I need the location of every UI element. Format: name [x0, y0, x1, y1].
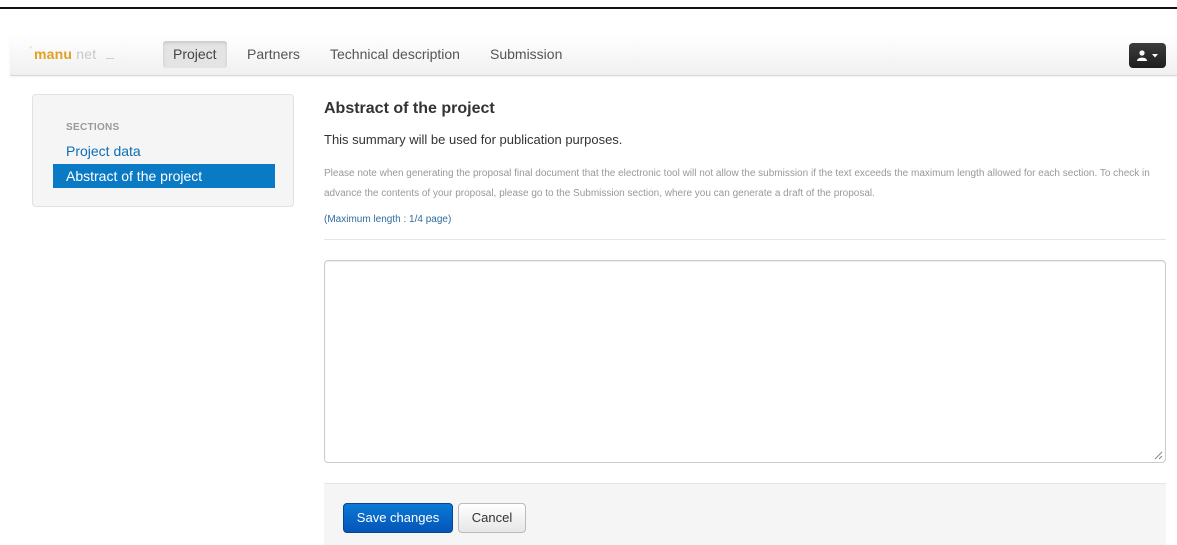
top-border-line	[0, 7, 1177, 9]
brand-part-manu: manu	[34, 46, 73, 62]
caret-down-icon	[1152, 53, 1158, 58]
page-title: Abstract of the project	[324, 100, 495, 117]
nav-tab-project[interactable]: Project	[163, 41, 227, 68]
user-menu-button[interactable]	[1129, 43, 1166, 68]
main-content: Abstract of the project This summary wil…	[324, 100, 1166, 240]
max-length-hint: (Maximum length : 1/4 page)	[324, 214, 452, 225]
user-icon	[1137, 50, 1147, 61]
logo-mark: '	[30, 45, 32, 55]
save-changes-button[interactable]: Save changes	[343, 503, 453, 533]
nav-tab-partners[interactable]: Partners	[237, 41, 310, 68]
sidebar-header: SECTIONS	[66, 122, 120, 133]
sidebar-item-project-data[interactable]: Project data	[66, 143, 141, 159]
nav-tab-technical-description[interactable]: Technical description	[320, 41, 470, 68]
brand-part-net: net	[76, 46, 97, 62]
logo-underscore	[106, 58, 114, 59]
section-divider	[324, 239, 1166, 240]
cancel-button[interactable]: Cancel	[458, 503, 526, 533]
brand-logo[interactable]: ' manu net	[30, 45, 114, 62]
length-note: Please note when generating the proposal…	[324, 168, 1150, 199]
sidebar-item-abstract[interactable]: Abstract of the project	[53, 164, 275, 188]
page-subtitle: This summary will be used for publicatio…	[324, 132, 623, 147]
nav-tab-submission[interactable]: Submission	[480, 41, 572, 68]
resize-handle-icon[interactable]	[1154, 451, 1163, 460]
top-navbar: ' manu net Project Partners Technical de…	[10, 35, 1177, 76]
form-actions-bar: Save changes Cancel	[324, 483, 1166, 545]
abstract-textarea[interactable]	[324, 260, 1166, 463]
sections-sidebar: SECTIONS Project data Abstract of the pr…	[32, 94, 294, 207]
